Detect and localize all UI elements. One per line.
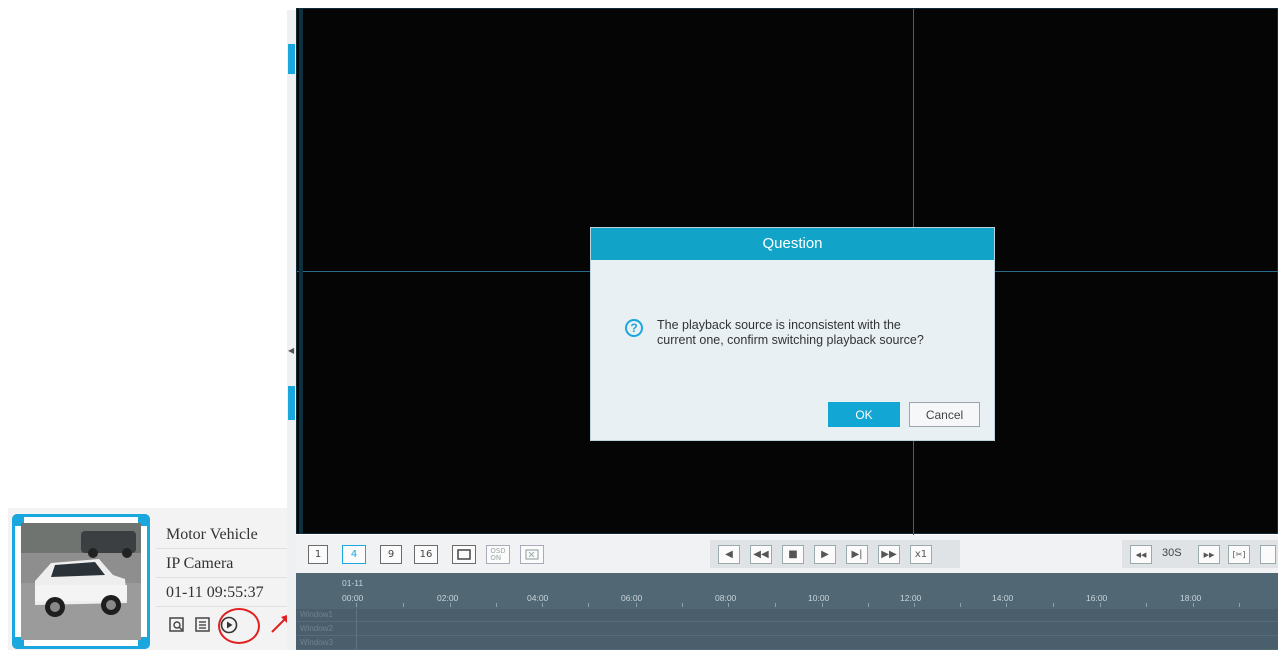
layout-4-button[interactable]: 4	[342, 545, 366, 564]
side-tab-top[interactable]	[288, 44, 295, 74]
fullscreen-icon[interactable]	[452, 545, 476, 564]
timeline-tick	[588, 603, 589, 607]
vehicle-snapshot	[21, 523, 141, 640]
event-card: Motor Vehicle IP Camera 01-11 09:55:37	[8, 508, 290, 650]
list-icon[interactable]	[194, 616, 212, 634]
close-all-icon[interactable]	[520, 545, 544, 564]
timeline-row-label: Window3	[300, 638, 333, 647]
ok-button[interactable]: OK	[828, 402, 900, 427]
hour-label: 12:00	[900, 593, 922, 603]
timeline-tick	[636, 603, 637, 607]
next-frame-icon[interactable]: ▶|	[846, 545, 868, 564]
play-icon[interactable]: ▶	[814, 545, 836, 564]
dialog-message-line: The playback source is inconsistent with…	[657, 318, 901, 332]
dialog-body: ? The playback source is inconsistent wi…	[625, 318, 957, 348]
timeline-tick	[356, 603, 357, 607]
timeline-tick	[403, 603, 404, 607]
hour-label: 00:00	[342, 593, 364, 603]
hour-label: 10:00	[808, 593, 830, 603]
timeline-tick	[914, 603, 915, 607]
timeline-date: 01-11	[342, 578, 364, 588]
video-left-border	[299, 8, 303, 534]
timeline-tick	[1100, 603, 1101, 607]
timeline-row[interactable]: Window2	[296, 623, 1278, 636]
osd-on-icon[interactable]: OSD ON	[486, 545, 510, 564]
playback-controls: ◀ ◀◀ ■ ▶ ▶| ▶▶ x1	[710, 540, 960, 568]
event-info: Motor Vehicle IP Camera 01-11 09:55:37	[156, 520, 290, 607]
hour-label: 02:00	[437, 593, 459, 603]
prev-frame-icon[interactable]: ◀	[718, 545, 740, 564]
snapshot-frame[interactable]	[12, 514, 150, 649]
timeline-tick	[1193, 603, 1194, 607]
timeline-tick	[450, 603, 451, 607]
layout-16-button[interactable]: 16	[414, 545, 438, 564]
hour-label: 14:00	[992, 593, 1014, 603]
timeline-tick	[960, 603, 961, 607]
layout-9-button[interactable]: 9	[380, 545, 402, 564]
skip-interval: 30S	[1162, 547, 1182, 559]
speed-button[interactable]: x1	[910, 545, 932, 564]
dialog-title: Question	[591, 228, 994, 260]
event-type: Motor Vehicle	[156, 520, 290, 549]
timeline[interactable]: 01-11 00:00 02:00 04:00 06:00 08:00 10:0…	[296, 573, 1278, 650]
timeline-tick	[1146, 603, 1147, 607]
dialog-message: The playback source is inconsistent with…	[657, 318, 957, 348]
timeline-row[interactable]: Window3	[296, 637, 1278, 650]
timeline-tick	[542, 603, 543, 607]
timeline-tick	[682, 603, 683, 607]
timeline-row-label: Window1	[300, 610, 333, 619]
more-icon[interactable]	[1260, 545, 1276, 564]
stop-icon[interactable]: ■	[782, 545, 804, 564]
timeline-tick	[496, 603, 497, 607]
hour-label: 16:00	[1086, 593, 1108, 603]
playback-toolbar: 1 4 9 16 OSD ON ◀ ◀◀ ■ ▶ ▶| ▶▶ x1 ◀◀ 30S …	[296, 535, 1278, 573]
timeline-header: 01-11 00:00 02:00 04:00 06:00 08:00 10:0…	[296, 573, 1278, 609]
skip-forward-icon[interactable]: ▶▶	[1198, 545, 1220, 564]
timeline-row-label: Window2	[300, 624, 333, 633]
timeline-row[interactable]: Window1	[296, 609, 1278, 622]
timeline-rows: Window1 Window2 Window3	[296, 609, 1278, 650]
hour-label: 08:00	[715, 593, 737, 603]
hour-label: 04:00	[527, 593, 549, 603]
timeline-tick	[868, 603, 869, 607]
skip-back-icon[interactable]: ◀◀	[1130, 545, 1152, 564]
timeline-tick	[822, 603, 823, 607]
hour-label: 06:00	[621, 593, 643, 603]
question-icon: ?	[625, 319, 643, 337]
side-panel-strip	[287, 10, 296, 650]
dialog-message-line: current one, confirm switching playback …	[657, 333, 924, 347]
timeline-divider	[356, 609, 357, 650]
skip-controls: ◀◀ 30S ▶▶ [✂]	[1122, 540, 1278, 568]
timeline-tick	[728, 603, 729, 607]
timeline-tick	[1006, 603, 1007, 607]
timeline-tick	[1053, 603, 1054, 607]
rewind-icon[interactable]: ◀◀	[750, 545, 772, 564]
event-source: IP Camera	[156, 549, 290, 578]
event-time: 01-11 09:55:37	[156, 578, 290, 607]
highlight-circle	[218, 608, 260, 644]
question-dialog: Question ? The playback source is incons…	[590, 227, 995, 441]
timeline-tick	[1239, 603, 1240, 607]
clip-icon[interactable]: [✂]	[1228, 545, 1250, 564]
fast-forward-icon[interactable]: ▶▶	[878, 545, 900, 564]
hour-label: 18:00	[1180, 593, 1202, 603]
cancel-button[interactable]: Cancel	[909, 402, 980, 427]
collapse-arrow-icon[interactable]: ◀	[288, 346, 294, 355]
search-icon[interactable]	[168, 616, 186, 634]
layout-1-button[interactable]: 1	[308, 545, 328, 564]
timeline-tick	[775, 603, 776, 607]
side-tab-bottom[interactable]	[288, 386, 295, 420]
